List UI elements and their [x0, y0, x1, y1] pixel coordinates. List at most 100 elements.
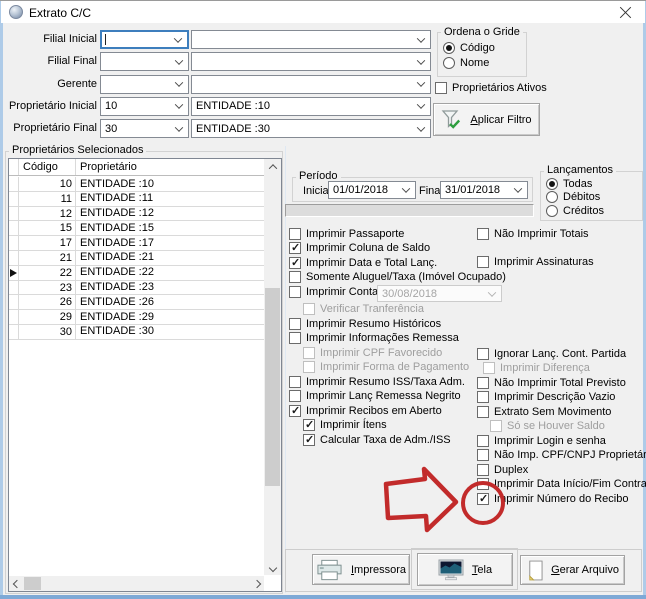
chevron-down-icon	[514, 184, 522, 192]
text-cursor	[105, 34, 106, 45]
checkbox-nao-imprimir-total-previsto[interactable]: Não Imprimir Total Previsto	[477, 376, 626, 389]
checkbox-ignorar-lanc-cont-partida[interactable]: Ignorar Lanç. Cont. Partida	[477, 347, 626, 360]
cell-proprietario: ENTIDADE :23	[76, 280, 264, 295]
checkbox-imprimir-data-e-total-lanc[interactable]: Imprimir Data e Total Lanç.	[289, 256, 437, 269]
checkbox-box	[477, 377, 489, 389]
checkbox-imprimir-informacoes-remessa[interactable]: Imprimir Informações Remessa	[289, 332, 459, 345]
proprietario-inicial-name-combo[interactable]: ENTIDADE :10	[191, 97, 431, 116]
proprietario-final-name-combo[interactable]: ENTIDADE :30	[191, 119, 431, 138]
checkbox-imprimir-recibos-em-aberto[interactable]: Imprimir Recibos em Aberto	[289, 404, 442, 417]
proprietario-final-code-combo[interactable]: 30	[100, 119, 189, 138]
grid-row[interactable]: 15ENTIDADE :15	[9, 221, 264, 236]
scroll-right-button[interactable]	[249, 576, 264, 591]
checkbox-imprimir-diferenca: Imprimir Diferença	[483, 362, 590, 375]
grid-row[interactable]: 22ENTIDADE :22	[9, 266, 264, 281]
scroll-left-button[interactable]	[9, 576, 24, 591]
checkbox-label: Imprimir Ítens	[320, 419, 387, 431]
vertical-scrollbar[interactable]	[264, 159, 281, 575]
gerente-code-combo[interactable]	[100, 75, 189, 94]
checkbox-extrato-sem-movimento[interactable]: Extrato Sem Movimento	[477, 405, 611, 418]
aplicar-filtro-button[interactable]: Aplicar Filtro	[433, 103, 540, 136]
checkbox-label: Imprimir Descrição Vazio	[494, 391, 615, 403]
radio-creditos[interactable]: Créditos	[546, 204, 604, 217]
filial-inicial-code-combo[interactable]	[100, 30, 189, 49]
proprietario-inicial-code-combo[interactable]: 10	[100, 97, 189, 116]
checkbox-duplex[interactable]: Duplex	[477, 463, 528, 476]
grid-row[interactable]: 12ENTIDADE :12	[9, 207, 264, 222]
cell-proprietario: ENTIDADE :12	[76, 206, 264, 221]
checkbox-box	[303, 303, 315, 315]
checkbox-box	[435, 82, 447, 94]
gerar-arquivo-button[interactable]: Gerar Arquivo	[520, 555, 625, 585]
grid-row[interactable]: 26ENTIDADE :26	[9, 295, 264, 310]
checkbox-box	[289, 376, 301, 388]
grid-row[interactable]: 29ENTIDADE :29	[9, 310, 264, 325]
chevron-down-icon	[417, 78, 425, 86]
cell-proprietario: ENTIDADE :30	[76, 324, 264, 339]
chevron-down-icon	[175, 78, 183, 86]
tela-button[interactable]: Tela	[417, 553, 513, 586]
vertical-scroll-thumb[interactable]	[265, 288, 280, 486]
radio-todas[interactable]: Todas	[546, 177, 592, 190]
grid-row[interactable]: 17ENTIDADE :17	[9, 236, 264, 251]
checkbox-imprimir-itens[interactable]: Imprimir Ítens	[303, 419, 387, 432]
filial-inicial-name-combo[interactable]	[191, 30, 431, 49]
checkbox-nao-imp-cpf-cnpj-proprietario[interactable]: Não Imp. CPF/CNPJ Proprietário	[477, 449, 646, 462]
horizontal-scroll-thumb[interactable]	[24, 577, 41, 590]
scroll-up-button[interactable]	[264, 159, 281, 174]
radio-label: Nome	[460, 57, 489, 69]
checkbox-imprimir-login-e-senha[interactable]: Imprimir Login e senha	[477, 434, 606, 447]
cell-proprietario: ENTIDADE :11	[76, 191, 264, 206]
impressora-button[interactable]: Impressora	[312, 554, 410, 585]
scroll-down-button[interactable]	[264, 560, 281, 575]
combo-value: ENTIDADE :10	[196, 100, 270, 112]
checkbox-verificar-tranferencia: Verificar Tranferência	[303, 303, 424, 316]
checkbox-imprimir-data-inicio-fim-contrato[interactable]: Imprimir Data Início/Fim Contrato	[477, 478, 646, 491]
cell-codigo: 29	[19, 310, 76, 324]
grid-row[interactable]: 11ENTIDADE :11	[9, 192, 264, 207]
grid-row[interactable]: 23ENTIDADE :23	[9, 281, 264, 296]
checkbox-imprimir-passaporte[interactable]: Imprimir Passaporte	[289, 227, 404, 240]
grid-row[interactable]: 21ENTIDADE :21	[9, 251, 264, 266]
checkbox-imprimir-assinaturas[interactable]: Imprimir Assinaturas	[477, 255, 594, 268]
checkbox-label: Imprimir Login e senha	[494, 435, 606, 447]
checkbox-imprimir-descricao-vazio[interactable]: Imprimir Descrição Vazio	[477, 391, 615, 404]
radio-codigo[interactable]: Código	[443, 41, 495, 54]
checkbox-proprietarios-ativos[interactable]: Proprietários Ativos	[435, 81, 547, 94]
cell-proprietario: ENTIDADE :29	[76, 310, 264, 325]
horizontal-scrollbar[interactable]	[9, 576, 264, 591]
checkbox-imprimir-coluna-de-saldo[interactable]: Imprimir Coluna de Saldo	[289, 242, 430, 255]
checkbox-somente-aluguel-taxa-imovel-ocupado[interactable]: Somente Aluguel/Taxa (Imóvel Ocupado)	[289, 271, 506, 284]
grid-row[interactable]: 30ENTIDADE :30	[9, 325, 264, 340]
checkbox-imprimir-resumo-iss-taxa-adm[interactable]: Imprimir Resumo ISS/Taxa Adm.	[289, 375, 465, 388]
checkbox-imprimir-lanc-remessa-negrito[interactable]: Imprimir Lanç Remessa Negrito	[289, 390, 461, 403]
close-button[interactable]	[611, 4, 639, 21]
checkbox-label: Imprimir Número do Recibo	[494, 493, 628, 505]
checkbox-label: Proprietários Ativos	[452, 82, 547, 94]
cell-proprietario: ENTIDADE :26	[76, 295, 264, 310]
extrato-cc-window: Extrato C/C Filial InicialFilial FinalGe…	[0, 0, 646, 599]
checkbox-box	[477, 478, 489, 490]
filial-final-name-combo[interactable]	[191, 52, 431, 71]
checkbox-box	[477, 493, 489, 505]
cell-codigo: 10	[19, 177, 76, 191]
checkbox-imprimir-resumo-historicos[interactable]: Imprimir Resumo Históricos	[289, 317, 441, 330]
checkbox-label: Só se Houver Saldo	[507, 420, 605, 432]
row-indicator-cell	[9, 177, 19, 191]
checkbox-calcular-taxa-de-adm-iss[interactable]: Calcular Taxa de Adm./ISS	[303, 433, 451, 446]
periodo-final-combo[interactable]: 31/01/2018	[440, 181, 528, 199]
filial-final-code-combo[interactable]	[100, 52, 189, 71]
checkbox-label: Ignorar Lanç. Cont. Partida	[494, 348, 626, 360]
form-label-proprietario-inicial: Proprietário Inicial	[1, 97, 97, 116]
checkbox-label: Extrato Sem Movimento	[494, 406, 611, 418]
grid-row[interactable]: 10ENTIDADE :10	[9, 177, 264, 192]
periodo-inicial-combo[interactable]: 01/01/2018	[328, 181, 416, 199]
checkbox-box	[289, 257, 301, 269]
gerente-name-combo[interactable]	[191, 75, 431, 94]
chevron-up-icon	[268, 164, 276, 172]
chevron-down-icon	[417, 34, 425, 42]
checkbox-imprimir-numero-do-recibo[interactable]: Imprimir Número do Recibo	[477, 492, 628, 505]
radio-debitos[interactable]: Débitos	[546, 191, 600, 204]
radio-nome[interactable]: Nome	[443, 56, 489, 69]
checkbox-nao-imprimir-totais[interactable]: Não Imprimir Totais	[477, 227, 589, 240]
